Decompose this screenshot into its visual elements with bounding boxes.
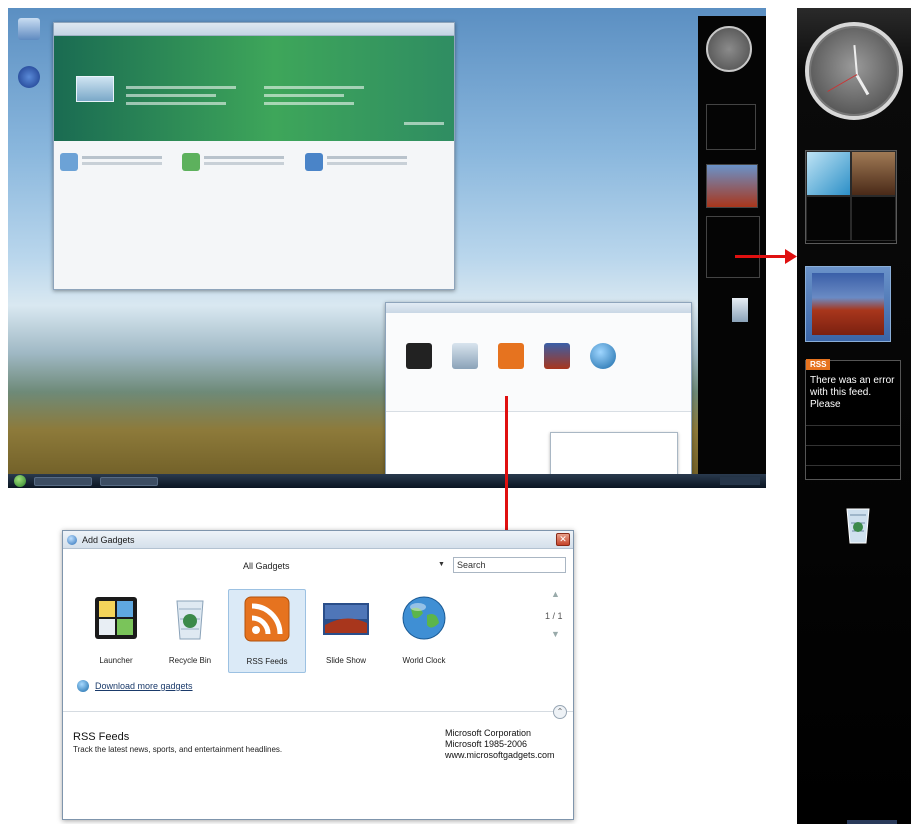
tool-icon[interactable]: [851, 151, 896, 196]
page-up-button[interactable]: ▲: [551, 589, 560, 599]
page-indicator: 1 / 1: [545, 611, 563, 621]
mini-launcher-tile[interactable]: [706, 104, 756, 150]
welcome-address-bar[interactable]: [54, 23, 454, 36]
gadgets-app-icon: [67, 534, 77, 545]
gadget-world-clock[interactable]: World Clock: [385, 589, 463, 673]
arrow-head-right: [785, 249, 797, 264]
recycle-bin-icon[interactable]: [845, 505, 871, 545]
gadget-recycle-bin[interactable]: Recycle Bin: [151, 589, 229, 673]
mini-launcher-icon[interactable]: [406, 343, 432, 369]
page-down-button[interactable]: ▼: [551, 629, 560, 639]
gadget-label: World Clock: [402, 656, 446, 665]
launcher-icon: [95, 597, 137, 639]
rss-feeds-gadget[interactable]: RSS There was an error with this feed. P…: [805, 359, 901, 480]
empty-slot: [851, 196, 896, 241]
globe-icon: [402, 596, 446, 640]
help-icon[interactable]: [18, 66, 40, 88]
launcher-gadget[interactable]: [805, 150, 897, 244]
pointer-arrow: [505, 396, 508, 536]
computer-icon[interactable]: [18, 18, 40, 40]
details-description: Track the latest news, sports, and enter…: [73, 745, 283, 754]
clock-gadget[interactable]: [805, 22, 903, 120]
gadget-filter-dropdown[interactable]: All Gadgets: [243, 561, 290, 571]
gadget-slide-show[interactable]: Slide Show: [307, 589, 385, 673]
mini-details-pane: [386, 411, 691, 483]
gadget-label: Recycle Bin: [168, 656, 212, 665]
slide-show-gadget[interactable]: [805, 266, 891, 342]
search-input[interactable]: [453, 557, 566, 573]
details-gadget-name: RSS Feeds: [73, 731, 130, 743]
mini-slideshow-icon[interactable]: [544, 343, 570, 369]
welcome-body: [54, 141, 454, 190]
mini-rss-icon[interactable]: [498, 343, 524, 369]
pointer-arrow: [735, 255, 790, 258]
mini-slideshow-tile[interactable]: [706, 164, 758, 208]
mini-rss-tile[interactable]: [706, 216, 760, 278]
empty-slot: [806, 196, 851, 241]
publisher-copyright: Microsoft 1985-2006: [445, 739, 528, 749]
mini-title-bar: [386, 303, 691, 313]
welcome-task-users[interactable]: [304, 153, 415, 179]
rss-badge: RSS: [806, 359, 831, 370]
dialog-title-bar[interactable]: Add Gadgets ✕: [63, 531, 573, 549]
mini-add-gadgets-window[interactable]: [385, 302, 692, 483]
publisher-name: Microsoft Corporation: [445, 728, 532, 738]
taskbar-button-gadgets[interactable]: [100, 476, 158, 486]
slide-show-icon: [323, 603, 369, 635]
windows-sidebar: RSS There was an error with this feed. P…: [797, 8, 911, 824]
dialog-title: Add Gadgets: [82, 534, 135, 545]
globe-icon: [77, 680, 89, 692]
publisher-website[interactable]: www.microsoftgadgets.com: [445, 750, 555, 761]
sidebar-footer: [847, 820, 897, 824]
welcome-task-addons[interactable]: [182, 153, 292, 179]
laptop-icon: [76, 76, 114, 102]
tray-clock[interactable]: [720, 477, 760, 485]
welcome-center-window[interactable]: [53, 22, 455, 290]
add-gadgets-dialog[interactable]: Add Gadgets ✕ All Gadgets ▼ Launcher Rec…: [62, 530, 574, 820]
chevron-down-icon[interactable]: ▼: [438, 561, 445, 568]
mini-sidebar: [698, 16, 766, 474]
gadget-label: Launcher: [99, 656, 133, 665]
mini-recycle-icon[interactable]: [452, 343, 478, 369]
desktop-screenshot: [8, 8, 766, 488]
close-button[interactable]: ✕: [556, 533, 570, 546]
notebook-icon[interactable]: [806, 151, 851, 196]
mini-globe-icon[interactable]: [590, 343, 616, 369]
hide-details-button[interactable]: ⌃: [553, 705, 567, 719]
download-more-gadgets-link[interactable]: Download more gadgets: [95, 681, 193, 691]
taskbar: [8, 474, 766, 488]
gadget-launcher[interactable]: Launcher: [77, 589, 155, 673]
gadget-label: Slide Show: [325, 656, 367, 665]
taskbar-button-welcome[interactable]: [34, 476, 92, 486]
rss-icon: [244, 596, 290, 642]
rss-error-message: There was an error with this feed. Pleas…: [810, 375, 895, 410]
welcome-banner: [54, 36, 454, 141]
gadget-label: RSS Feeds: [246, 657, 288, 666]
details-publisher: Microsoft Corporation Microsoft 1985-200…: [445, 728, 555, 761]
mini-security-tooltip: [550, 432, 678, 476]
recycle-bin-icon: [176, 600, 204, 640]
mini-recycle-tile[interactable]: [732, 298, 748, 322]
mini-clock-icon[interactable]: [706, 26, 752, 72]
start-button[interactable]: [14, 475, 26, 487]
slide-show-photo: [812, 273, 884, 335]
divider: [63, 711, 573, 712]
gadget-rss-feeds[interactable]: RSS Feeds: [228, 589, 306, 673]
welcome-task-transfer[interactable]: [60, 153, 170, 179]
